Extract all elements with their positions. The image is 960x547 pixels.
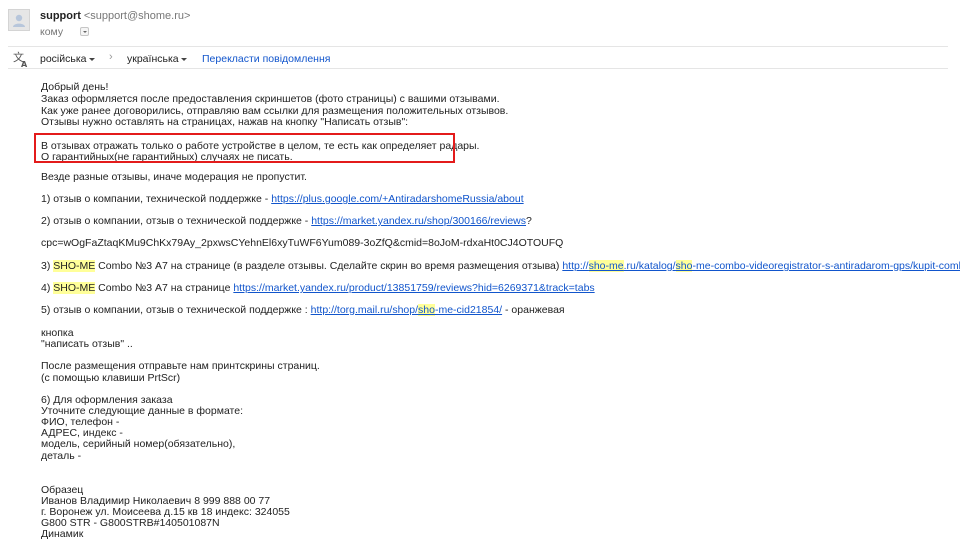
- arrow-right-icon: ›: [109, 51, 113, 63]
- link-highlight: sho: [675, 260, 693, 272]
- intro-line: Отзывы нужно оставлять на страницах, наж…: [41, 116, 409, 128]
- moderation-note: Везде разные отзывы, иначе модерация не …: [41, 171, 307, 183]
- target-language-dropdown[interactable]: українська: [127, 53, 187, 65]
- chevron-down-icon: [180, 58, 187, 61]
- yandex-product-reviews-link[interactable]: https://market.yandex.ru/product/1385175…: [233, 282, 594, 294]
- recipient-line: кому: [40, 26, 90, 38]
- source-language-label: російська: [40, 53, 87, 65]
- highlighted-brand: SHO-ME: [53, 260, 96, 272]
- recipient-details-dropdown-icon[interactable]: [80, 27, 90, 36]
- greeting: Добрый день!: [41, 81, 109, 93]
- highlighted-brand: SHO-ME: [53, 282, 96, 294]
- sample-line: Динамик: [41, 528, 84, 540]
- link-part: .ru/katalog/: [623, 260, 676, 272]
- item-text: - оранжевая: [502, 304, 565, 316]
- sender-name[interactable]: support: [40, 10, 81, 22]
- review-item-5: 5) отзыв о компании, отзыв о технической…: [41, 304, 565, 316]
- torg-mail-shop-link[interactable]: http://torg.mail.ru/shop/sho-me-cid21854…: [311, 304, 502, 316]
- message-header: support <support@shome.ru> кому: [0, 0, 960, 46]
- avatar[interactable]: [8, 9, 30, 31]
- source-language-dropdown[interactable]: російська: [40, 53, 95, 65]
- item-text: 2) отзыв о компании, отзыв о технической…: [41, 215, 312, 227]
- after-note: После размещения отправьте нам принтскри…: [41, 360, 320, 372]
- sender: support <support@shome.ru>: [40, 10, 190, 22]
- svg-text:A: A: [21, 60, 28, 68]
- translate-icon: 文 A: [13, 50, 28, 68]
- target-language-label: українська: [127, 53, 179, 65]
- intro-line: Заказ оформляется после предоставления с…: [41, 93, 500, 105]
- after-note: (с помощью клавиши PrtScr): [41, 372, 181, 384]
- person-icon: [13, 14, 25, 27]
- link-part: -me-combo-videoregistrator-s-antiradarom…: [692, 260, 960, 272]
- review-item-3: 3) SHO-ME Combo №3 А7 на странице (в раз…: [41, 260, 960, 272]
- item-text: 1) отзыв о компании, технической поддерж…: [41, 193, 272, 205]
- item-text: 4): [41, 282, 54, 294]
- review-item-2: 2) отзыв о компании, отзыв о технической…: [41, 215, 532, 227]
- red-highlight-box: [34, 133, 455, 163]
- item-text: Combo №3 А7 на странице: [95, 282, 234, 294]
- link-part: http://torg.mail.ru/shop/: [310, 304, 419, 316]
- translate-message-link[interactable]: Перекласти повідомлення: [202, 53, 330, 65]
- divider: [8, 46, 948, 47]
- to-label: кому: [40, 26, 64, 38]
- order-line: деталь -: [41, 450, 82, 462]
- sender-email: <support@shome.ru>: [83, 10, 191, 22]
- link-part: -me-cid21854/: [434, 304, 503, 316]
- review-item-2-query: cpc=wOgFaZtaqKMu9ChKx79Ay_2pxwsCYehnEl6x…: [41, 237, 564, 249]
- link-highlight: sho-me: [588, 260, 624, 272]
- link-part: http://: [562, 260, 589, 272]
- sho-me-product-link[interactable]: http://sho-me.ru/katalog/sho-me-combo-vi…: [562, 260, 960, 272]
- item-text: 3): [41, 260, 54, 272]
- item-text: Combo №3 А7 на странице (в разделе отзыв…: [95, 260, 563, 272]
- yandex-shop-reviews-link[interactable]: https://market.yandex.ru/shop/300166/rev…: [311, 215, 526, 227]
- review-item-4: 4) SHO-ME Combo №3 А7 на странице https:…: [41, 282, 595, 294]
- review-item-1: 1) отзыв о компании, технической поддерж…: [41, 193, 524, 205]
- chevron-down-icon: [88, 58, 95, 61]
- item-text: 5) отзыв о компании, отзыв о технической…: [41, 304, 311, 316]
- link-highlight: sho: [418, 304, 435, 316]
- google-plus-link[interactable]: https://plus.google.com/+AntiradarshomeR…: [271, 193, 523, 205]
- item-text: ?: [526, 215, 532, 227]
- order-line: модель, серийный номер(обязательно),: [41, 438, 236, 450]
- button-note: "написать отзыв" ..: [41, 338, 133, 350]
- divider: [8, 68, 948, 69]
- translation-bar: 文 A російська › українська Перекласти по…: [8, 48, 948, 68]
